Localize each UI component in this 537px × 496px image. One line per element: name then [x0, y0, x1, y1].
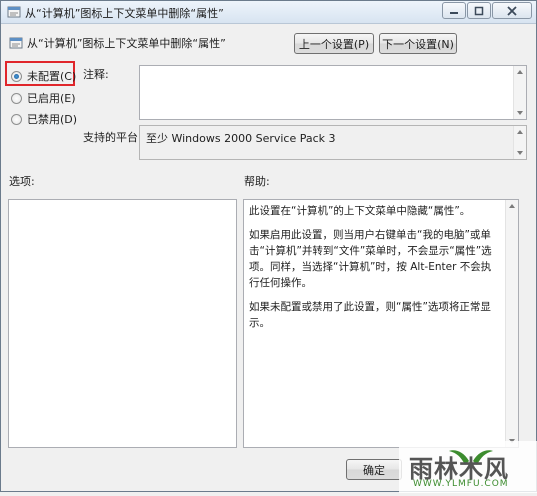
radio-label: 已禁用(D): [27, 113, 78, 126]
help-text: 此设置在“计算机”的上下文菜单中隐藏“属性”。 如果启用此设置，则当用户右键单击…: [249, 203, 499, 339]
help-scrollbar[interactable]: [505, 200, 518, 447]
radio-label: 未配置(C): [27, 70, 77, 83]
scroll-down-icon[interactable]: [517, 151, 523, 155]
comment-scrollbar[interactable]: [513, 66, 526, 119]
title-bar[interactable]: 从“计算机”图标上下文菜单中删除“属性”: [1, 1, 536, 24]
window-controls: [442, 2, 532, 20]
watermark-url: WWW.YLMFU.COM: [413, 479, 509, 489]
options-label: 选项:: [9, 175, 35, 188]
radio-disabled[interactable]: 已禁用(D): [11, 111, 77, 127]
help-paragraph: 此设置在“计算机”的上下文菜单中隐藏“属性”。: [249, 205, 471, 217]
scroll-down-icon[interactable]: [517, 111, 523, 115]
policy-icon: [7, 6, 21, 18]
radio-button[interactable]: [11, 92, 22, 104]
minimize-icon: [450, 11, 458, 14]
radio-button[interactable]: [11, 70, 22, 82]
platform-scrollbar[interactable]: [513, 126, 526, 159]
radio-label: 已启用(E): [27, 92, 76, 105]
setting-title: 从“计算机”图标上下文菜单中删除“属性”: [27, 37, 226, 50]
previous-setting-button[interactable]: 上一个设置(P): [294, 33, 374, 54]
comment-label: 注释:: [83, 68, 109, 81]
policy-dialog: 从“计算机”图标上下文菜单中删除“属性” 从“计算机”图标上下文菜单中删除“属性…: [0, 0, 537, 493]
maximize-icon: [474, 6, 484, 15]
close-button[interactable]: [492, 2, 532, 19]
platform-field: 至少 Windows 2000 Service Pack 3: [139, 125, 527, 160]
radio-not-configured[interactable]: 未配置(C): [11, 68, 76, 84]
maximize-button[interactable]: [467, 2, 491, 19]
comment-textarea[interactable]: [139, 65, 527, 120]
radio-enabled[interactable]: 已启用(E): [11, 90, 76, 106]
scroll-up-icon[interactable]: [509, 204, 515, 208]
options-panel: [8, 199, 237, 448]
scroll-up-icon[interactable]: [517, 70, 523, 74]
window-title: 从“计算机”图标上下文菜单中删除“属性”: [25, 7, 224, 20]
setting-icon: [9, 37, 23, 49]
platform-label: 支持的平台:: [83, 131, 142, 144]
help-panel: 此设置在“计算机”的上下文菜单中隐藏“属性”。 如果启用此设置，则当用户右键单击…: [243, 199, 519, 448]
scroll-up-icon[interactable]: [517, 130, 523, 134]
watermark-logo: 雨林木风 WWW.YLMFU.COM: [399, 441, 537, 493]
ok-button[interactable]: 确定: [346, 459, 402, 480]
next-setting-button[interactable]: 下一个设置(N): [379, 33, 457, 54]
platform-value: 至少 Windows 2000 Service Pack 3: [146, 132, 336, 145]
radio-button[interactable]: [11, 113, 22, 125]
help-paragraph: 如果启用此设置，则当用户右键单击“我的电脑”或单击“计算机”并转到“文件”菜单时…: [249, 229, 492, 289]
close-icon: [507, 5, 517, 16]
help-paragraph: 如果未配置或禁用了此设置，则“属性”选项将正常显示。: [249, 301, 491, 329]
minimize-button[interactable]: [442, 2, 466, 19]
help-label: 帮助:: [244, 175, 270, 188]
